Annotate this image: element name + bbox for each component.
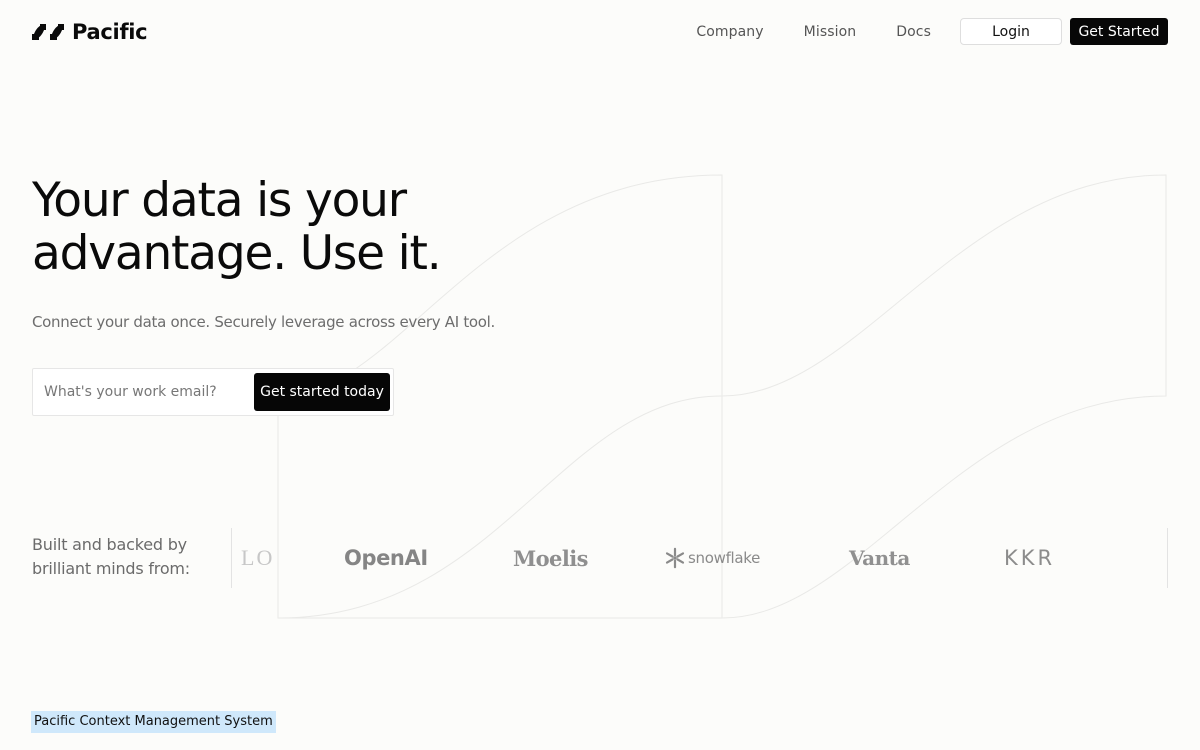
backers-label-line-1: Built and backed by — [32, 535, 187, 554]
hero-subtitle: Connect your data once. Securely leverag… — [32, 313, 496, 331]
backer-logos-strip: LO OpenAI Moelis snowflake Vanta KKR — [231, 528, 1168, 588]
brand-name: Pacific — [72, 20, 148, 44]
hero-title: Your data is your advantage. Use it. — [32, 174, 532, 280]
backer-logo-lo: LO — [241, 545, 275, 570]
login-button[interactable]: Login — [960, 18, 1062, 45]
backers-label-line-2: brilliant minds from: — [32, 559, 190, 578]
section-tag: Pacific Context Management System — [31, 711, 276, 733]
nav-link-mission[interactable]: Mission — [804, 24, 857, 40]
email-signup-form: Get started today — [32, 368, 394, 416]
get-started-button[interactable]: Get Started — [1070, 18, 1168, 45]
brand-logo[interactable]: Pacific — [32, 20, 148, 44]
nav-link-docs[interactable]: Docs — [896, 24, 931, 40]
backer-logo-moelis: Moelis — [513, 545, 588, 571]
backer-logo-kkr: KKR — [1004, 546, 1056, 570]
get-started-today-button[interactable]: Get started today — [254, 373, 390, 411]
main-nav: Company Mission Docs Login Get Started — [696, 18, 1168, 45]
pacific-logo-icon — [32, 24, 64, 40]
backer-logo-snowflake: snowflake — [664, 528, 760, 588]
top-nav-bar: Pacific Company Mission Docs Login Get S… — [0, 0, 1200, 62]
snowflake-icon — [665, 547, 685, 569]
snowflake-wordmark: snowflake — [688, 549, 761, 567]
backers-label: Built and backed by brilliant minds from… — [32, 533, 222, 581]
work-email-input[interactable] — [34, 370, 252, 414]
hero-title-line-2: advantage. Use it. — [32, 226, 442, 281]
backer-logo-openai: OpenAI — [344, 546, 428, 570]
backer-logo-vanta: Vanta — [849, 546, 910, 570]
hero-title-line-1: Your data is your — [32, 173, 407, 228]
nav-link-company[interactable]: Company — [696, 24, 763, 40]
